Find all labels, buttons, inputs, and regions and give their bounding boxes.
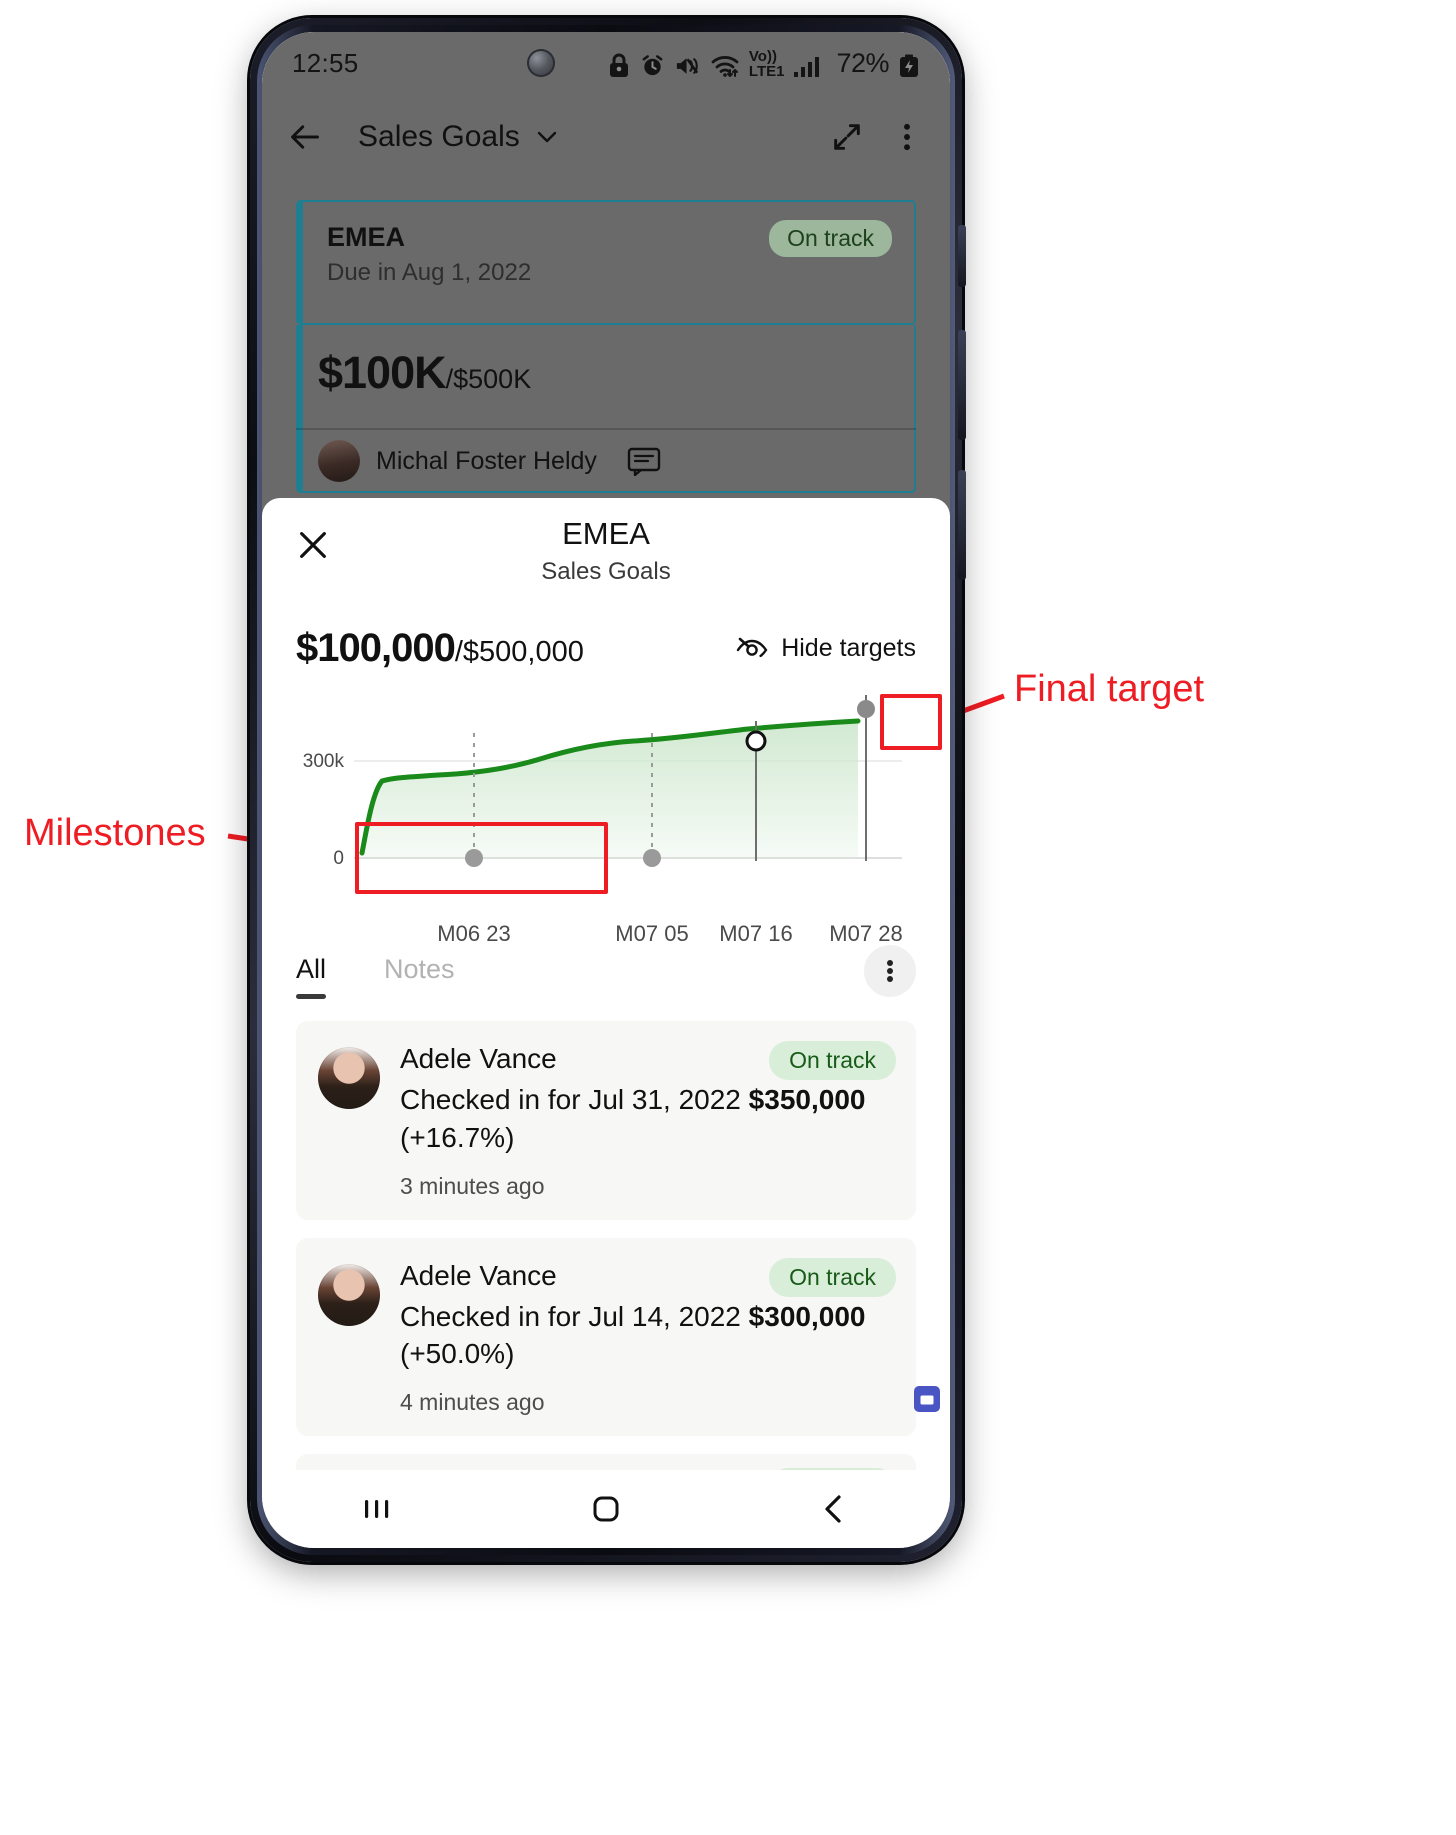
phone-screen: 12:55 Vo)) LTE1 72% Sales Goals EMEA Due… (262, 32, 950, 1548)
goal-due-date: Due in Aug 1, 2022 (327, 259, 532, 286)
list-item[interactable]: Adele Vance Checked in for Jul 14, 2022 … (296, 1237, 916, 1437)
more-vertical-icon[interactable] (890, 120, 924, 154)
goal-amount: $100K/$500K (318, 347, 531, 399)
goal-amount-separator: / (445, 364, 454, 394)
hide-targets-button[interactable]: Hide targets (735, 634, 916, 663)
dot (887, 968, 893, 974)
ytick-0: 0 (333, 848, 344, 869)
metric-target: $500,000 (462, 636, 584, 668)
activity-amount: $300,000 (748, 1300, 866, 1332)
metric-current: $100,000 (296, 626, 456, 670)
eye-off-icon (737, 637, 768, 657)
lock-icon (609, 53, 628, 77)
avatar (318, 440, 360, 482)
android-nav-bar (262, 1470, 950, 1548)
sheet-subtitle: Sales Goals (541, 558, 671, 585)
goal-card-header[interactable]: EMEA Due in Aug 1, 2022 On track (296, 200, 916, 325)
milestone-2-dot (643, 849, 661, 867)
front-camera (526, 49, 555, 77)
highlight-final-target (880, 694, 942, 750)
activity-list: Adele Vance Checked in for Jul 31, 2022 … (262, 1007, 950, 1511)
status-bar-time: 12:55 (292, 47, 359, 78)
tab-all[interactable]: All (296, 954, 327, 999)
home-icon[interactable] (586, 1492, 626, 1526)
briefcase-icon (920, 1393, 934, 1405)
app-bar-title: Sales Goals (358, 120, 520, 153)
recents-icon[interactable] (357, 1492, 397, 1526)
dot (887, 976, 893, 982)
goal-status-badge: On track (769, 220, 892, 257)
sheet-header: EMEA Sales Goals (262, 498, 950, 598)
annotation-milestones-label: Milestones (24, 812, 206, 854)
back-arrow-icon[interactable] (288, 120, 322, 154)
sheet-title: EMEA (562, 516, 650, 551)
list-item[interactable]: Adele Vance Checked in for Jul 31, 2022 … (296, 1021, 916, 1220)
close-icon[interactable] (296, 528, 330, 562)
goal-amount-current: $100K (318, 347, 447, 398)
app-bar-title-group[interactable]: Sales Goals (358, 120, 560, 154)
activity-text: Checked in for Jul 31, 2022 $350,000 (+1… (400, 1081, 894, 1157)
checkpoint-dot (745, 730, 767, 752)
wifi-icon (711, 55, 739, 77)
detail-bottom-sheet: EMEA Sales Goals $100,000/$500,000 Hide … (262, 498, 950, 1511)
activity-text: Checked in for Jul 14, 2022 $300,000 (+5… (400, 1298, 894, 1374)
highlight-milestones (355, 822, 608, 894)
alarm-icon (642, 54, 663, 75)
list-overflow-button[interactable] (864, 945, 916, 997)
mute-vibrate-icon (676, 57, 699, 74)
volte-icon: Vo)) LTE1 (748, 47, 785, 80)
goal-card-divider (296, 428, 916, 430)
activity-timestamp: 4 minutes ago (400, 1389, 545, 1416)
status-badge: On track (769, 1257, 896, 1297)
screenshot-stage: Final target Milestones 12:55 Vo)) LTE1 … (0, 0, 1456, 1835)
teams-app-badge (914, 1386, 940, 1412)
annotation-final-target-label: Final target (1014, 668, 1205, 710)
tab-bar: All Notes (262, 923, 950, 1007)
dot (887, 960, 893, 966)
tab-notes[interactable]: Notes (384, 954, 455, 999)
activity-timestamp: 3 minutes ago (400, 1172, 545, 1199)
avatar (318, 1263, 380, 1326)
signal-icon (794, 56, 820, 77)
phone-button-top[interactable] (958, 225, 966, 287)
avatar (318, 1047, 380, 1109)
app-bar: Sales Goals (262, 94, 950, 180)
phone-button-volume[interactable] (958, 330, 966, 440)
chevron-down-icon[interactable] (534, 124, 560, 150)
expand-diagonal-icon[interactable] (830, 120, 864, 154)
final-target-dot (857, 700, 875, 718)
hide-targets-label: Hide targets (781, 634, 916, 662)
ytick-300k: 300k (303, 751, 345, 772)
phone-button-power[interactable] (958, 470, 966, 580)
activity-change: (+50.0%) (400, 1338, 515, 1370)
activity-amount: $350,000 (748, 1084, 866, 1115)
activity-change: (+16.7%) (400, 1121, 515, 1153)
activity-text-prefix: Checked in for Jul 31, 2022 (400, 1084, 749, 1115)
goal-owner-row[interactable]: Michal Foster Heldy (318, 440, 661, 482)
back-chevron-icon[interactable] (815, 1492, 855, 1526)
metric-row: $100,000/$500,000 Hide targets (262, 598, 950, 671)
metric-value: $100,000/$500,000 (296, 626, 584, 671)
metric-separator: / (454, 636, 463, 668)
activity-text-prefix: Checked in for Jul 14, 2022 (400, 1300, 749, 1332)
battery-charging-icon (900, 54, 918, 77)
status-bar: 12:55 Vo)) LTE1 72% (262, 32, 950, 94)
battery-percent-label: 72% (836, 47, 889, 78)
goal-amount-target: $500K (453, 364, 532, 394)
goal-owner-name: Michal Foster Heldy (376, 446, 597, 475)
status-badge: On track (769, 1041, 896, 1080)
comment-icon[interactable] (627, 446, 661, 476)
